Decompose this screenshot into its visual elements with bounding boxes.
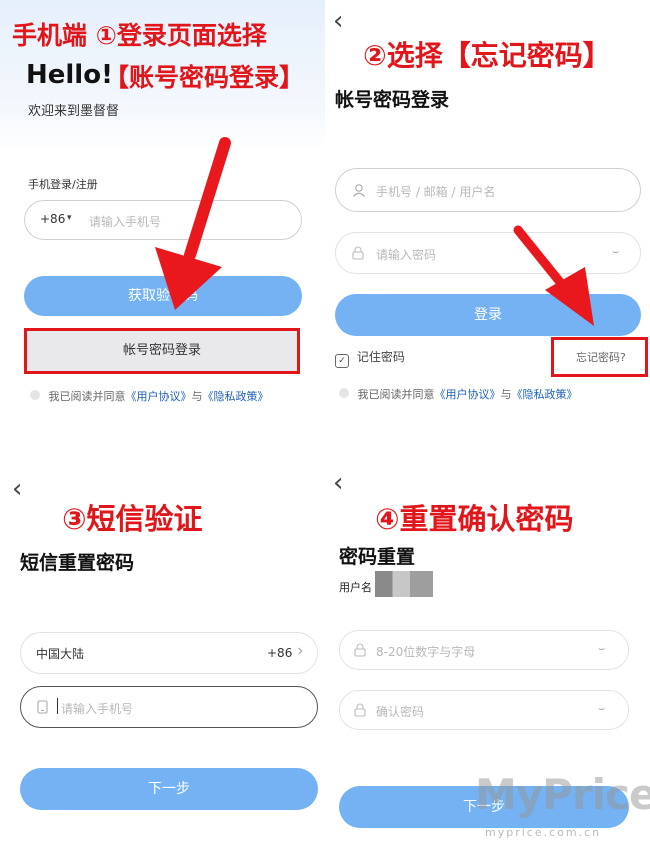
and-text: 与 xyxy=(500,388,512,401)
panel-phone-login: 手机端 ①登录页面选择 Hello! 【账号密码登录】 欢迎来到墨督督 手机登录… xyxy=(0,0,325,424)
hello-heading: Hello! xyxy=(26,60,113,90)
panel-account-login: ‹ ②选择【忘记密码】 帐号密码登录 手机号 / 邮箱 / 用户名 请输入密码 … xyxy=(325,0,650,424)
eye-closed-icon[interactable]: ⌣ xyxy=(598,642,605,656)
phone-input-row[interactable]: 请输入手机号 xyxy=(20,686,318,728)
panel-sms-verify: ‹ ③短信验证 短信重置密码 中国大陆 +86 › 请输入手机号 下一步 xyxy=(0,424,325,849)
password-input[interactable]: 请输入密码 xyxy=(376,246,436,263)
confirm-password-input[interactable]: 确认密码 xyxy=(376,703,424,720)
agreement-row: 我已阅读并同意《用户协议》与《隐私政策》 xyxy=(30,388,269,404)
privacy-policy-link[interactable]: 《隐私政策》 xyxy=(512,388,578,401)
arrow-annotation xyxy=(513,225,594,326)
highlight-box xyxy=(551,337,648,377)
region-select[interactable]: 中国大陆 +86 › xyxy=(20,632,318,674)
arrow-annotation xyxy=(155,137,231,310)
account-input-row[interactable]: 手机号 / 邮箱 / 用户名 xyxy=(335,168,641,212)
annotation-step1: 手机端 ①登录页面选择 xyxy=(12,21,267,50)
confirm-password-row[interactable]: 确认密码 ⌣ xyxy=(339,690,629,730)
remember-label: 记住密码 xyxy=(356,350,405,364)
user-agreement-link[interactable]: 《用户协议》 xyxy=(126,390,192,403)
new-password-input[interactable]: 8-20位数字与字母 xyxy=(376,643,475,660)
annotation-step3: ③短信验证 xyxy=(62,502,203,536)
next-button[interactable]: 下一步 xyxy=(20,768,318,810)
chevron-right-icon: › xyxy=(297,641,304,661)
back-icon[interactable]: ‹ xyxy=(333,470,343,496)
phone-icon xyxy=(37,700,48,714)
remember-checkbox[interactable]: ✓ xyxy=(335,354,349,368)
account-input[interactable]: 手机号 / 邮箱 / 用户名 xyxy=(376,183,495,200)
privacy-policy-link[interactable]: 《隐私政策》 xyxy=(203,390,269,403)
agree-radio[interactable] xyxy=(339,388,349,398)
chevron-down-icon[interactable]: ▾ xyxy=(67,213,72,223)
remember-row[interactable]: ✓ 记住密码 xyxy=(335,348,405,368)
phone-input[interactable]: 请输入手机号 xyxy=(61,700,133,717)
annotation-step2: ②选择【忘记密码】 xyxy=(363,39,611,72)
agree-prefix: 我已阅读并同意 xyxy=(48,390,126,403)
lock-icon xyxy=(352,246,364,260)
new-password-row[interactable]: 8-20位数字与字母 ⌣ xyxy=(339,630,629,670)
annotation-step4: ④重置确认密码 xyxy=(375,502,574,536)
watermark-logo: MyPrice xyxy=(475,770,650,819)
page-title: 短信重置密码 xyxy=(20,552,135,574)
text-cursor xyxy=(57,698,58,714)
country-code[interactable]: +86 xyxy=(40,212,65,226)
highlight-box xyxy=(24,328,300,374)
user-agreement-link[interactable]: 《用户协议》 xyxy=(435,388,501,401)
panel-reset-password: ‹ ④重置确认密码 密码重置 用户名 8-20位数字与字母 ⌣ 确认密码 ⌣ 下… xyxy=(325,424,650,849)
username-label: 用户名 xyxy=(339,581,372,594)
back-icon[interactable]: ‹ xyxy=(333,8,343,34)
eye-closed-icon[interactable]: ⌣ xyxy=(598,702,605,716)
agree-radio[interactable] xyxy=(30,390,40,400)
username-redacted xyxy=(375,571,433,597)
eye-closed-icon[interactable]: ⌣ xyxy=(612,245,619,259)
user-icon xyxy=(353,184,365,197)
section-label: 手机登录/注册 xyxy=(28,178,98,191)
page-title: 帐号密码登录 xyxy=(335,89,450,111)
region-label: 中国大陆 xyxy=(36,647,85,661)
back-icon[interactable]: ‹ xyxy=(12,476,22,502)
lock-icon xyxy=(354,703,366,717)
agree-prefix: 我已阅读并同意 xyxy=(357,388,435,401)
country-code: +86 xyxy=(267,646,293,660)
watermark-url: myprice.com.cn xyxy=(485,826,602,839)
lock-icon xyxy=(354,643,366,657)
and-text: 与 xyxy=(191,390,203,403)
agreement-row: 我已阅读并同意《用户协议》与《隐私政策》 xyxy=(339,386,578,402)
page-title: 密码重置 xyxy=(339,546,416,568)
annotation-step1-sub: 【账号密码登录】 xyxy=(104,63,305,92)
welcome-text: 欢迎来到墨督督 xyxy=(28,104,120,119)
